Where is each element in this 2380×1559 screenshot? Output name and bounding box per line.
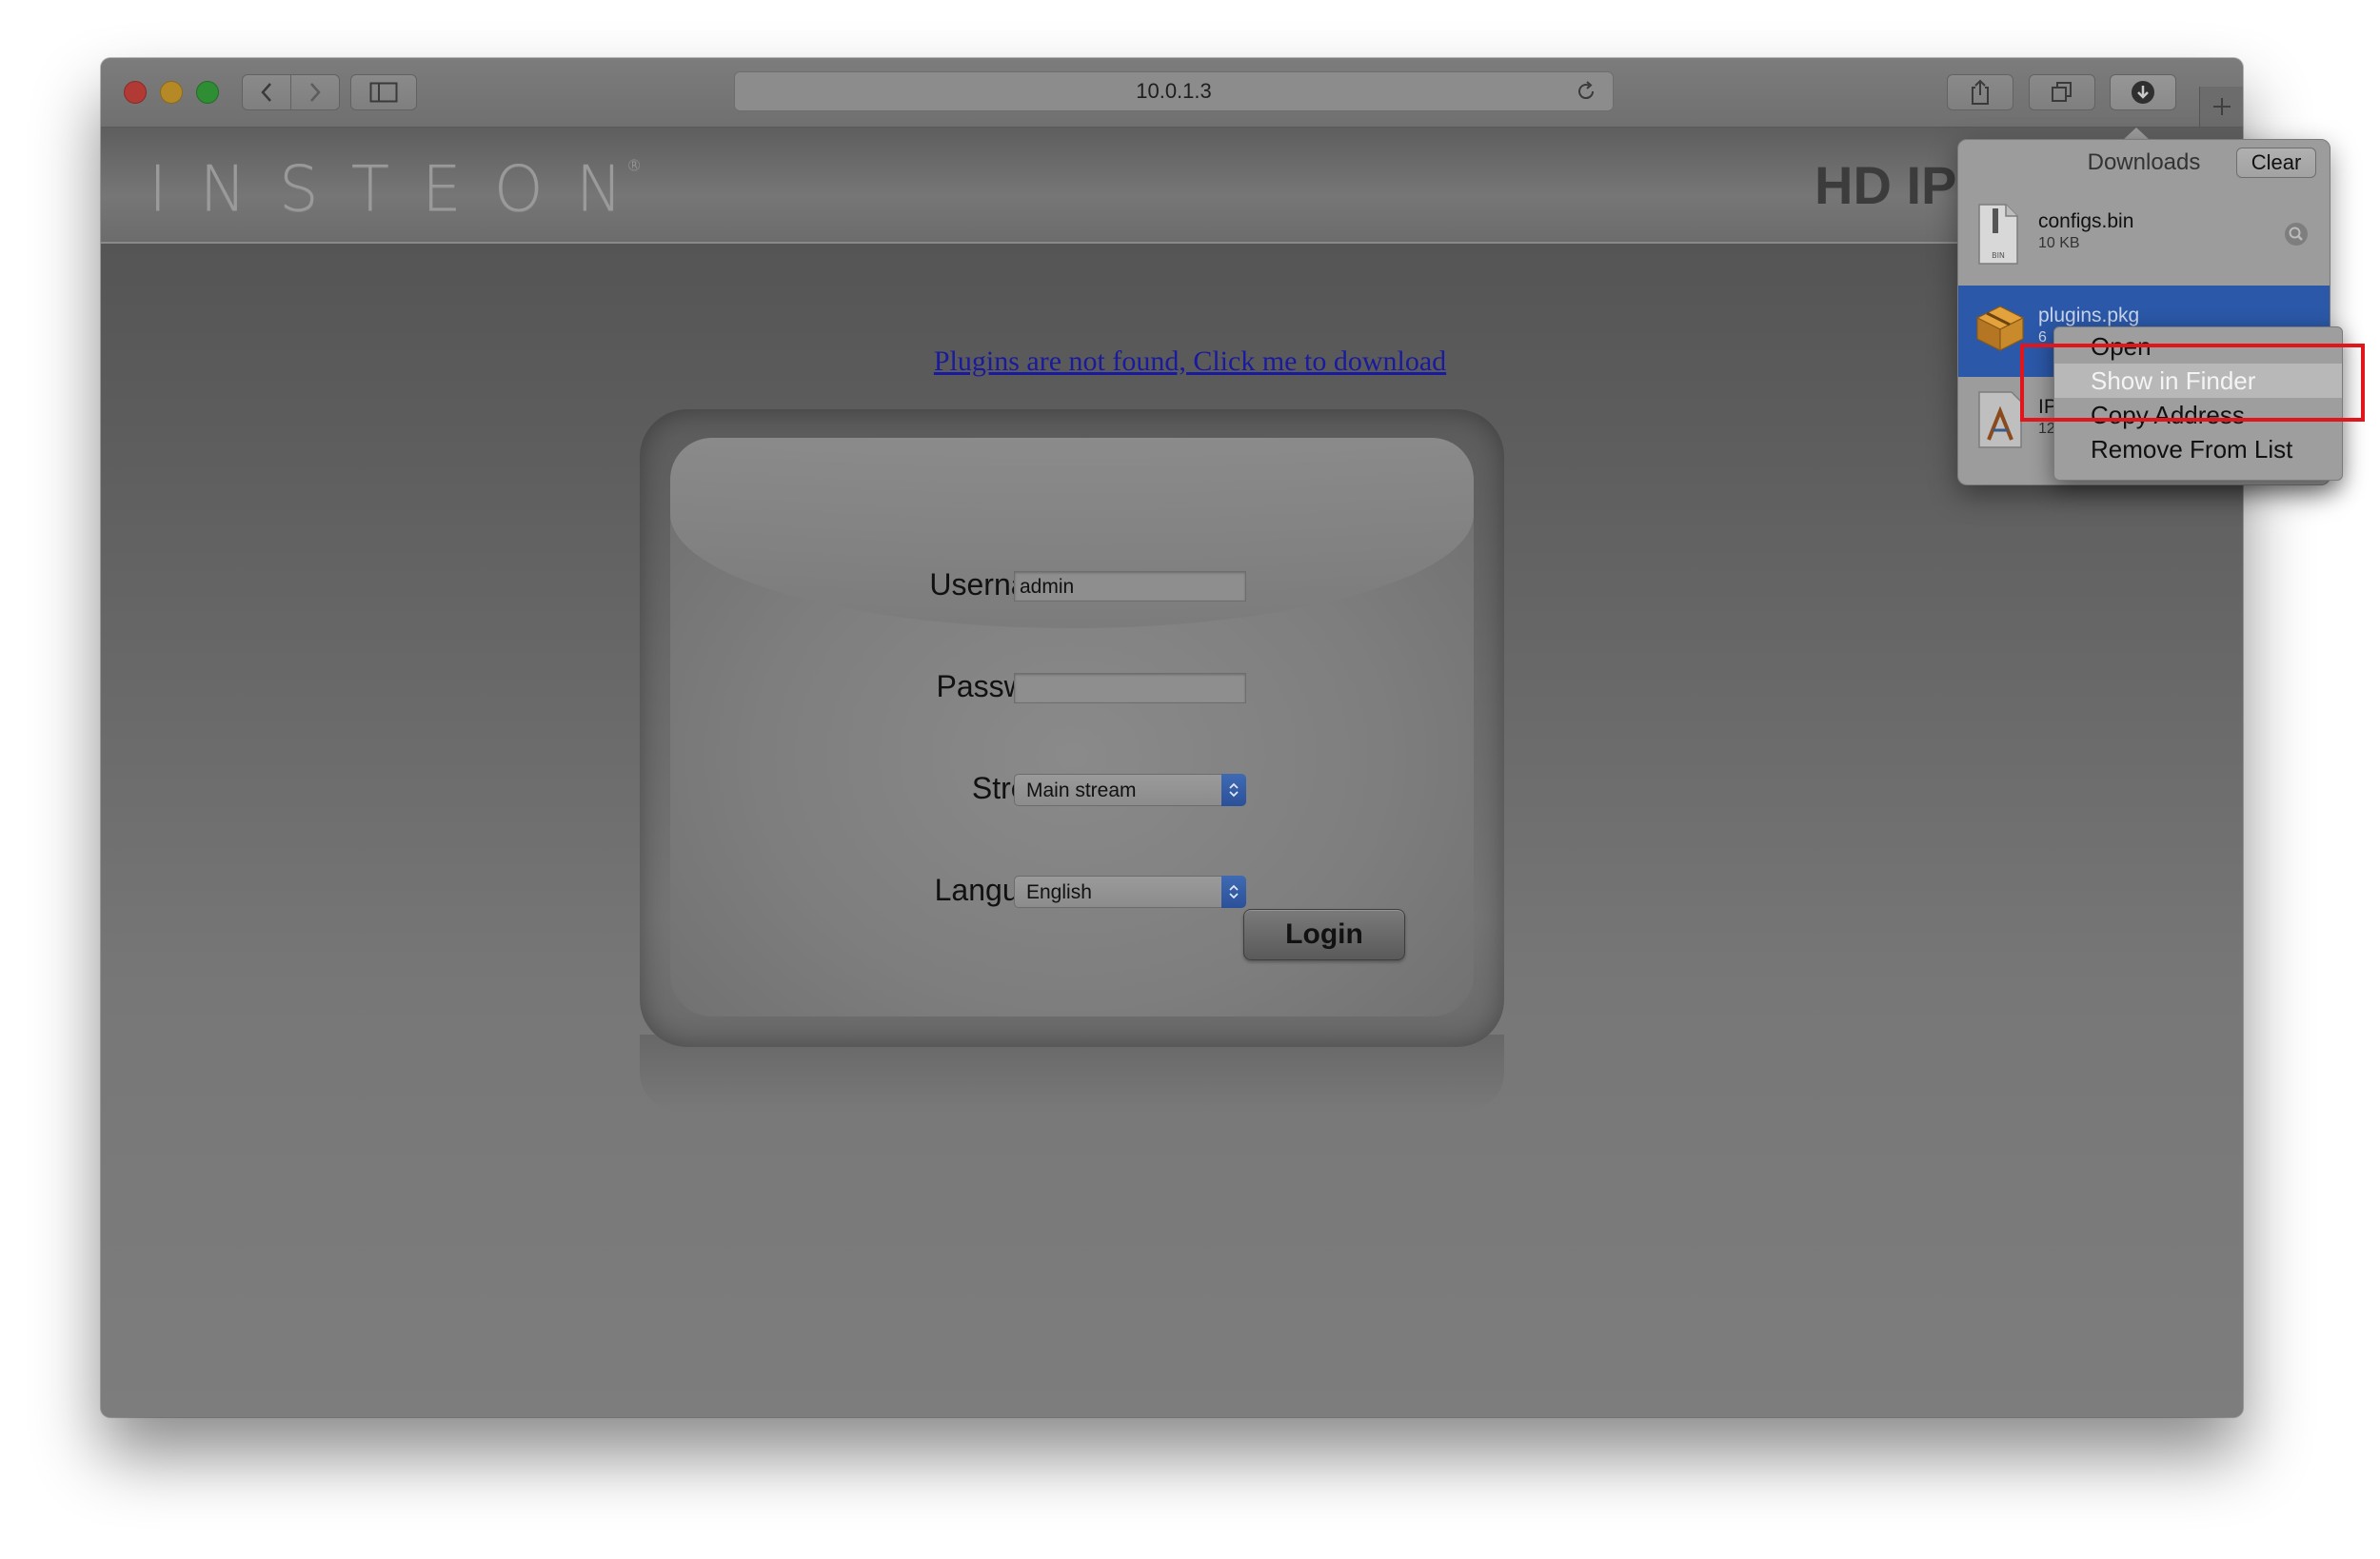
annotation-highlight-box <box>2020 344 2365 422</box>
minimize-window-button[interactable] <box>160 81 183 104</box>
language-select[interactable]: English <box>1014 876 1246 908</box>
download-name: plugins.pkg <box>2038 305 2140 326</box>
package-icon <box>1975 306 2025 351</box>
logo-text: INSTEON <box>149 152 656 226</box>
select-arrows-icon <box>1221 876 1246 908</box>
plus-icon <box>2213 98 2231 115</box>
svg-text:BIN: BIN <box>1992 251 2005 260</box>
app-installer-icon <box>1978 391 2022 448</box>
download-name: configs.bin <box>2038 210 2134 232</box>
sidebar-icon <box>369 82 398 103</box>
login-button[interactable]: Login <box>1243 909 1405 960</box>
downloads-button[interactable] <box>2110 74 2176 110</box>
page-title: HD IP <box>1815 155 1957 215</box>
reload-icon[interactable] <box>1575 80 1597 103</box>
insteon-logo: INSTEON® <box>149 152 670 226</box>
menu-item-remove-from-list[interactable]: Remove From List <box>2054 432 2342 466</box>
address-bar[interactable]: 10.0.1.3 <box>734 71 1614 111</box>
tabs-icon <box>2052 82 2072 102</box>
share-button[interactable] <box>1947 74 2013 110</box>
download-size: 10 KB <box>2038 235 2080 251</box>
magnifier-icon[interactable] <box>2284 222 2309 247</box>
back-button[interactable] <box>242 74 291 110</box>
show-tabs-button[interactable] <box>2029 74 2095 110</box>
password-input[interactable] <box>1014 673 1246 703</box>
clear-downloads-button[interactable]: Clear <box>2236 148 2316 178</box>
bin-file-icon: BIN <box>1978 204 2018 265</box>
chevron-right-icon <box>310 83 321 102</box>
close-window-button[interactable] <box>124 81 147 104</box>
stream-select-value: Main stream <box>1026 780 1137 801</box>
address-text: 10.0.1.3 <box>1136 79 1212 103</box>
select-arrows-icon <box>1221 774 1246 806</box>
sidebar-button[interactable] <box>350 74 417 110</box>
download-item[interactable]: BIN configs.bin 10 KB <box>1958 191 2330 283</box>
username-input[interactable]: admin <box>1014 571 1246 602</box>
forward-button[interactable] <box>290 74 340 110</box>
logo-mark: ® <box>626 156 643 174</box>
chevron-left-icon <box>261 83 271 102</box>
browser-toolbar: 10.0.1.3 <box>101 58 2243 128</box>
share-icon <box>1972 79 1989 105</box>
new-tab-button[interactable] <box>2199 87 2243 127</box>
download-arrow-icon <box>2132 81 2154 104</box>
zoom-window-button[interactable] <box>196 81 219 104</box>
language-select-value: English <box>1026 881 1092 903</box>
camera-header: INSTEON® HD IP <box>101 128 2243 244</box>
stream-select[interactable]: Main stream <box>1014 774 1246 806</box>
